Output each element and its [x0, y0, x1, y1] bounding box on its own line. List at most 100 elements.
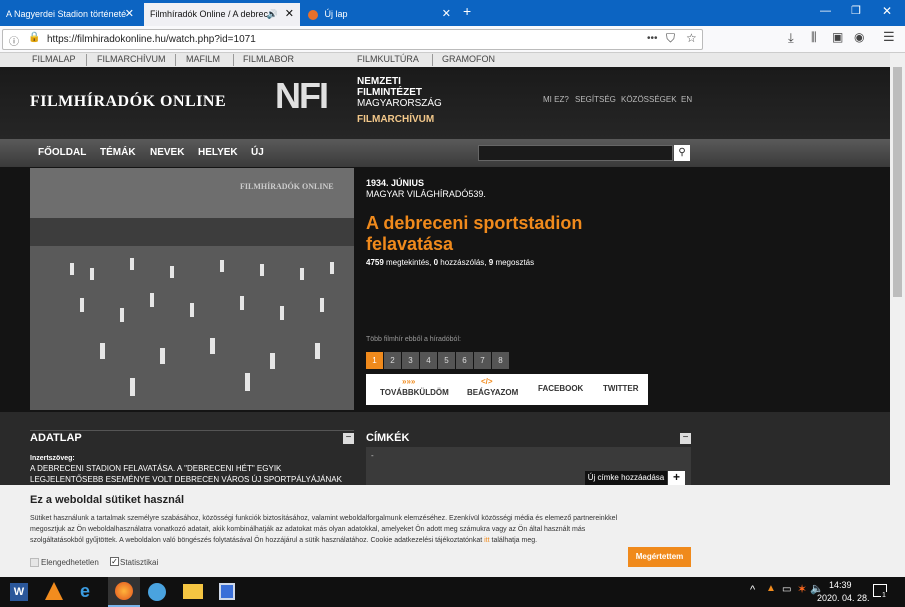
adatlap-title: ADATLAP	[30, 432, 82, 444]
site-link-filmlabor[interactable]: FILMLABOR	[243, 54, 294, 64]
outlook-icon[interactable]	[148, 583, 166, 601]
collapse-cimkek-button[interactable]: −	[680, 433, 691, 444]
windows-taskbar: W e ^ ▲ ▭ ✶ 🔈 14:39 2020. 04. 28. 1	[0, 577, 905, 607]
header-link-about[interactable]: MI EZ?	[543, 95, 569, 104]
notification-count: 1	[881, 592, 887, 599]
forward-icon: »»»	[402, 377, 416, 386]
views-label: megtekintés,	[383, 258, 434, 267]
tab-nagyerdei[interactable]: A Nagyerdei Stadion történeté ✕	[0, 3, 140, 26]
video-title-line-1: A debreceni sportstadion	[366, 213, 583, 233]
tray-chevron-icon[interactable]: ^	[750, 584, 755, 596]
page-actions-icon[interactable]: •••	[647, 33, 658, 44]
video-title-line-2: felavatása	[366, 234, 454, 254]
site-link-filmkultura[interactable]: FILMKULTÚRA	[357, 54, 419, 64]
video-stats: 4759 megtekintés, 0 hozzászólás, 9 megos…	[366, 258, 534, 267]
speaker-icon[interactable]: 🔊	[267, 3, 278, 26]
url-text[interactable]: https://filmhiradokonline.hu/watch.php?i…	[47, 34, 256, 45]
header-link-help[interactable]: SEGÍTSÉG	[575, 95, 616, 104]
video-watermark: FILMHÍRADÓK ONLINE	[240, 182, 334, 191]
sidebar-icon[interactable]: ▣	[832, 30, 843, 44]
newsreel-series[interactable]: MAGYAR VILÁGHÍRADÓ539.	[366, 189, 486, 199]
intertitle-line-2: LEGJELENTŐSEBB ESEMÉNYE VOLT DEBRECEN VÁ…	[30, 475, 342, 484]
clock-date[interactable]: 2020. 04. 28.	[817, 593, 870, 603]
menu-home[interactable]: FŐOLDAL	[38, 147, 86, 158]
battery-icon[interactable]: ▭	[782, 584, 791, 595]
pager-2[interactable]: 2	[384, 352, 401, 369]
word-icon[interactable]: W	[10, 583, 28, 601]
pager-3[interactable]: 3	[402, 352, 419, 369]
tab-new[interactable]: Új lap ✕	[302, 3, 457, 26]
lock-icon[interactable]: 🔒	[28, 32, 40, 43]
separator	[86, 54, 87, 66]
new-tab-icon[interactable]: +	[463, 3, 471, 19]
collapse-adatlap-button[interactable]: −	[343, 433, 354, 444]
tray-app-icon[interactable]: ✶	[797, 582, 807, 596]
tab-label: Új lap	[324, 9, 348, 19]
menu-places[interactable]: HELYEK	[198, 147, 238, 158]
pager-4[interactable]: 4	[420, 352, 437, 369]
account-icon[interactable]: ◉	[854, 30, 864, 44]
tab-filmhiradok[interactable]: Filmhíradók Online / A debrece 🔊 ✕	[144, 3, 300, 26]
vlc-tray-icon[interactable]: ▲	[766, 583, 776, 594]
video-player[interactable]: FILMHÍRADÓK ONLINE	[30, 168, 354, 410]
url-bar[interactable]: ⓘ 🔒 https://filmhiradokonline.hu/watch.p…	[2, 29, 703, 50]
pocket-icon[interactable]: ⛉	[666, 31, 675, 46]
close-icon[interactable]: ✕	[442, 3, 451, 26]
file-explorer-icon[interactable]	[183, 584, 203, 599]
cimkek-title: CÍMKÉK	[366, 432, 410, 444]
add-icon[interactable]: +	[668, 471, 685, 485]
site-link-filmarchivum[interactable]: FILMARCHÍVUM	[97, 54, 166, 64]
add-tag-button[interactable]: Új címke hozzáadása	[585, 471, 667, 485]
close-icon[interactable]: ✕	[285, 3, 294, 26]
scrollbar-thumb[interactable]	[893, 67, 902, 297]
nfi-line-1: NEMZETI	[357, 76, 401, 87]
restore-icon[interactable]: ❐	[851, 4, 861, 17]
edge-icon[interactable]: e	[80, 581, 90, 602]
hamburger-menu-icon[interactable]: ☰	[883, 29, 895, 45]
embed-button[interactable]: BEÁGYAZOM	[467, 388, 518, 397]
library-icon[interactable]: ⫼	[811, 30, 817, 45]
clock-time[interactable]: 14:39	[829, 580, 852, 590]
cookie-text: szolgáltatásokból gyűjtöttek. A weboldal…	[30, 537, 485, 544]
info-icon[interactable]: ⓘ	[9, 33, 19, 48]
save-app-icon[interactable]	[219, 583, 235, 600]
intertitle-label: Inzertszöveg:	[30, 455, 75, 462]
header-link-english[interactable]: EN	[681, 95, 692, 104]
separator	[432, 54, 433, 66]
vlc-icon[interactable]	[45, 582, 63, 600]
site-logo[interactable]: FILMHÍRADÓK ONLINE	[30, 93, 226, 111]
search-input[interactable]	[478, 145, 673, 161]
menu-names[interactable]: NEVEK	[150, 147, 184, 158]
header-link-communities[interactable]: KÖZÖSSÉGEK	[621, 95, 677, 104]
accept-cookies-button[interactable]: Megértettem	[628, 547, 691, 567]
firefox-taskbar-button[interactable]	[108, 577, 140, 607]
twitter-button[interactable]: TWITTER	[603, 384, 639, 393]
minimize-icon[interactable]: —	[820, 5, 831, 17]
main-menu: FŐOLDAL TÉMÁK NEVEK HELYEK ÚJ ⚲	[0, 139, 890, 167]
close-icon[interactable]: ✕	[125, 3, 134, 26]
essential-label: Elengedhetetlen	[41, 558, 99, 567]
menu-new[interactable]: ÚJ	[251, 147, 264, 158]
statistics-checkbox[interactable]: ✓	[110, 557, 119, 566]
download-icon[interactable]: ⤓	[788, 30, 794, 46]
site-link-mafilm[interactable]: MAFILM	[186, 54, 220, 64]
menu-topics[interactable]: TÉMÁK	[100, 147, 136, 158]
bookmark-star-icon[interactable]: ☆	[686, 31, 697, 45]
pager-1[interactable]: 1	[366, 352, 383, 369]
forward-button[interactable]: TOVÁBBKÜLDÖM	[380, 388, 449, 397]
window-close-icon[interactable]: ✕	[882, 4, 892, 18]
pager-5[interactable]: 5	[438, 352, 455, 369]
nfi-line-2: FILMINTÉZET	[357, 87, 422, 98]
facebook-button[interactable]: FACEBOOK	[538, 384, 583, 393]
search-icon: ⚲	[678, 147, 686, 158]
essential-checkbox[interactable]	[30, 558, 39, 567]
nfi-logo[interactable]: NFI	[275, 75, 329, 117]
pager-7[interactable]: 7	[474, 352, 491, 369]
site-link-gramofon[interactable]: GRAMOFON	[442, 54, 495, 64]
page-scrollbar[interactable]	[890, 53, 905, 577]
search-button[interactable]: ⚲	[674, 145, 690, 161]
pager-6[interactable]: 6	[456, 352, 473, 369]
pager-8[interactable]: 8	[492, 352, 509, 369]
partner-sites-bar: FILMALAP FILMARCHÍVUM MAFILM FILMLABOR F…	[0, 53, 890, 67]
site-link-filmalap[interactable]: FILMALAP	[32, 54, 76, 64]
